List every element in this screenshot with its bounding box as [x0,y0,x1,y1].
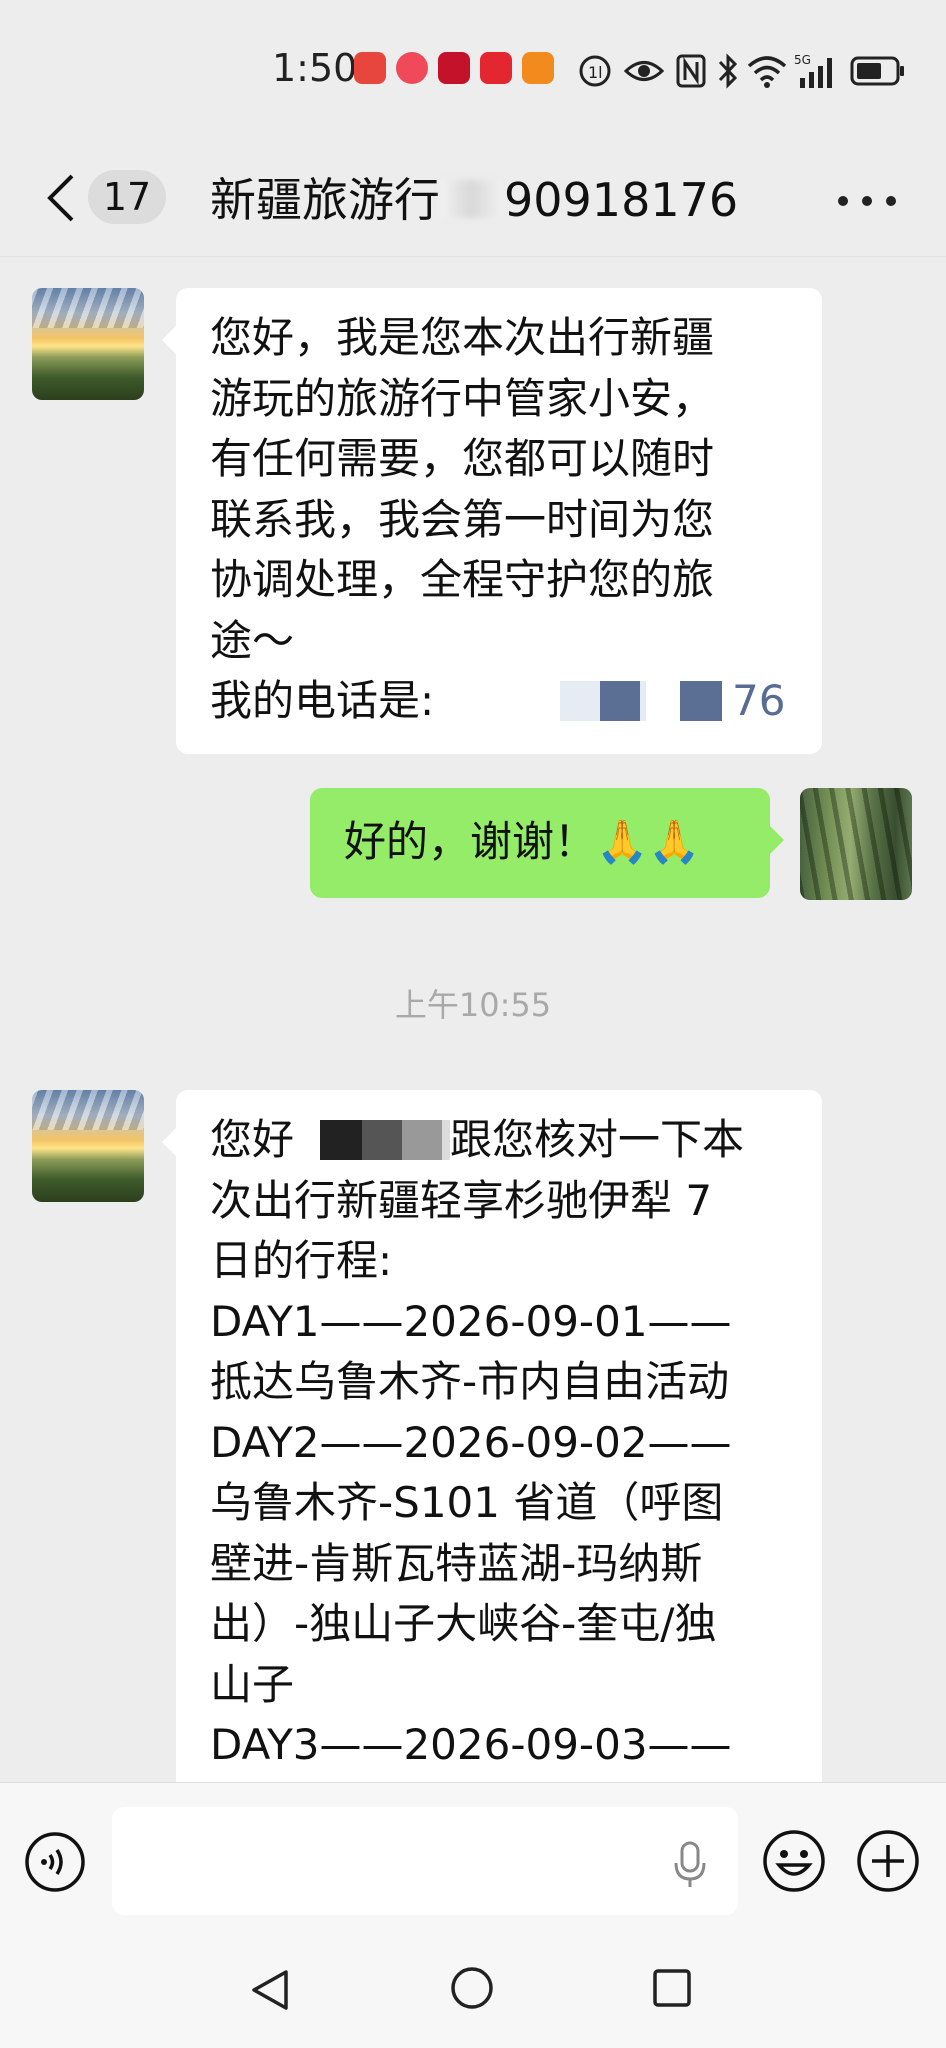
huawei-app-icon [354,52,386,84]
message-bubble-outgoing[interactable]: 好的，谢谢！🙏🙏 [310,788,770,898]
greeting-suffix: 跟您核对一下本 [450,1115,745,1164]
phone-line: 我的电话是: 76 [210,671,785,732]
n-icon [676,54,706,88]
svg-text:5G: 5G [794,53,811,67]
phone-redaction [600,681,640,721]
name-redaction [442,1120,450,1160]
nav-back-icon[interactable] [250,1968,290,2012]
input-bar [0,1782,946,1923]
orange-app-icon [522,52,554,84]
greeting-prefix: 您好 [210,1115,295,1164]
svg-text:1l: 1l [588,63,603,82]
message-line: 山子 [210,1659,295,1709]
microphone-icon[interactable] [672,1839,708,1891]
phone-redaction [680,681,722,721]
message-line: DAY2——2026-09-02—— [210,1417,732,1467]
bubble-tail [162,326,176,354]
wifi-icon [747,56,787,88]
chat-header: 17 新疆旅游行 90918176 [0,140,946,257]
chat-title-name: 新疆旅游行 [210,173,440,227]
name-redaction [320,1120,362,1160]
bubble-tail [162,1128,176,1156]
signal-5g-icon: 5G [794,53,832,88]
nfc-icon: 1l [579,55,611,87]
back-arrow-icon[interactable] [42,172,78,224]
message-input[interactable] [112,1807,738,1915]
message-line: 日的行程: [210,1236,393,1285]
chat-title-suffix: 90918176 [504,173,739,227]
status-bar: 1:50 1l 5G [0,0,946,140]
name-redaction [362,1120,402,1160]
contact-avatar[interactable] [32,1090,144,1202]
phone-number-suffix[interactable]: 76 [732,671,785,732]
status-indicators: 1l 5G [578,50,908,90]
message-line: 抵达乌鲁木齐-市内自由活动 [210,1357,730,1406]
title-redaction [440,180,502,218]
message-line: 联系我，我会第一时间为您 [210,494,715,544]
system-nav-bar [0,1922,946,2048]
message-text: 好的，谢谢！🙏🙏 [344,817,701,866]
name-redaction [402,1120,442,1160]
message-line: 途～ [210,615,295,665]
message-line: DAY3——2026-09-03—— [210,1720,732,1769]
self-avatar[interactable] [800,788,912,900]
phone-label: 我的电话是: [210,676,435,725]
message-line: 协调处理，全程守护您的旅 [210,555,715,604]
unread-count-badge[interactable]: 17 [88,170,166,224]
message-line: 乌鲁木齐-S101 省道（呼图 [210,1478,724,1527]
add-attachment-icon[interactable] [856,1829,920,1893]
bluetooth-icon [718,53,738,89]
emoji-icon[interactable] [762,1829,826,1893]
battery-icon [850,56,904,86]
fruit-app-icon [396,52,428,84]
nav-home-icon[interactable] [450,1966,494,2010]
voice-mode-icon[interactable] [24,1831,86,1893]
message-line: 您好，我是您本次出行新疆 [210,313,715,362]
red-app-icon [438,52,470,84]
eye-icon [624,61,664,81]
status-time: 1:50 [272,46,358,90]
message-bubble-incoming[interactable]: 您好 跟您核对一下本 次出行新疆轻享杉驰伊犁 7 日的行程: DAY1——202… [176,1090,822,1810]
message-line: 您好 跟您核对一下本 [210,1110,744,1171]
message-line: 次出行新疆轻享杉驰伊犁 7 [210,1175,713,1225]
more-options-icon[interactable] [838,196,898,208]
message-line: 游玩的旅游行中管家小安， [210,373,715,423]
message-bubble-incoming[interactable]: 您好，我是您本次出行新疆 游玩的旅游行中管家小安， 有任何需要，您都可以随时 联… [176,288,822,754]
message-line: 出）-独山子大峡谷-奎屯/独 [210,1599,717,1648]
message-line: 壁进-肯斯瓦特蓝湖-玛纳斯 [210,1538,703,1588]
contact-avatar[interactable] [32,288,144,400]
bubble-tail [770,826,784,854]
red-app-icon-2 [480,52,512,84]
message-line: DAY1——2026-09-01—— [210,1296,732,1346]
nav-recent-apps-icon[interactable] [652,1968,692,2008]
message-timestamp: 上午10:55 [394,986,552,1024]
message-line: 有任何需要，您都可以随时 [210,434,715,483]
